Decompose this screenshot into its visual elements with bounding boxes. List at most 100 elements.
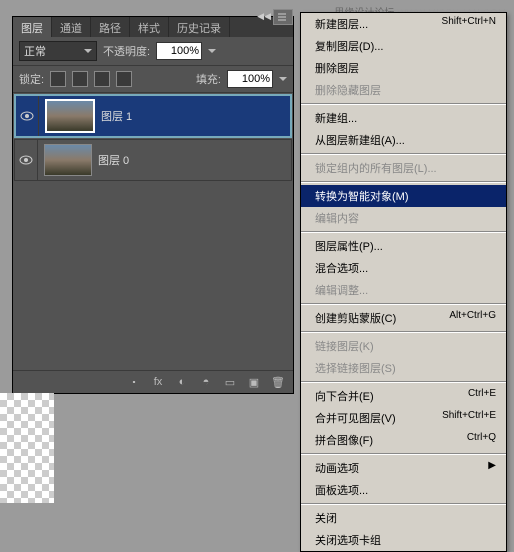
menu-separator (301, 453, 506, 455)
tab-history[interactable]: 历史记录 (169, 17, 230, 37)
menu-item: 删除隐藏图层 (301, 79, 506, 101)
lock-pixels-icon[interactable] (72, 71, 88, 87)
new-layer-icon[interactable]: ▣ (247, 375, 261, 389)
menu-item-label: 从图层新建组(A)... (315, 132, 405, 148)
menu-item[interactable]: 删除图层 (301, 57, 506, 79)
menu-item-label: 复制图层(D)... (315, 38, 383, 54)
chevron-down-icon[interactable] (208, 49, 216, 53)
trash-icon[interactable]: 🗑 (271, 375, 285, 389)
layer-name[interactable]: 图层 1 (101, 108, 132, 124)
menu-item-label: 删除隐藏图层 (315, 82, 381, 98)
menu-item-label: 创建剪贴蒙版(C) (315, 310, 396, 326)
menu-item[interactable]: 动画选项 ▶ (301, 457, 506, 479)
menu-item: 编辑调整... (301, 279, 506, 301)
menu-separator (301, 153, 506, 155)
menu-separator (301, 103, 506, 105)
visibility-toggle[interactable] (15, 140, 38, 180)
layer-name[interactable]: 图层 0 (98, 152, 129, 168)
menu-item[interactable]: 关闭选项卡组 (301, 529, 506, 551)
blend-row: 正常 不透明度: 100% (13, 37, 293, 66)
menu-item[interactable]: 创建剪贴蒙版(C) Alt+Ctrl+G (301, 307, 506, 329)
layer-thumbnail[interactable] (45, 99, 95, 133)
panel-menu-button[interactable] (273, 9, 293, 25)
menu-item-label: 向下合并(E) (315, 388, 374, 404)
tab-layers[interactable]: 图层 (13, 17, 52, 37)
opacity-input[interactable]: 100% (156, 42, 202, 60)
menu-item-label: 混合选项... (315, 260, 368, 276)
menu-item-label: 新建组... (315, 110, 357, 126)
menu-item-label: 删除图层 (315, 60, 359, 76)
panel-tabs: ◀◀ 图层 通道 路径 样式 历史记录 (13, 17, 293, 37)
menu-item[interactable]: 图层属性(P)... (301, 235, 506, 257)
menu-item[interactable]: 复制图层(D)... (301, 35, 506, 57)
layer-row[interactable]: 图层 0 (14, 139, 292, 181)
fx-icon[interactable]: fx (151, 375, 165, 389)
menu-item-label: 拼合图像(F) (315, 432, 373, 448)
folder-icon[interactable]: ▭ (223, 375, 237, 389)
menu-item-label: 转换为智能对象(M) (315, 188, 409, 204)
menu-item[interactable]: 面板选项... (301, 479, 506, 501)
chevron-down-icon[interactable] (279, 77, 287, 81)
adjustment-icon[interactable]: ◓ (199, 375, 213, 389)
menu-item[interactable]: 转换为智能对象(M) (301, 185, 506, 207)
menu-item-shortcut: Shift+Ctrl+N (442, 16, 496, 32)
menu-item[interactable]: 向下合并(E) Ctrl+E (301, 385, 506, 407)
menu-item-label: 锁定组内的所有图层(L)... (315, 160, 437, 176)
tab-paths[interactable]: 路径 (91, 17, 130, 37)
tab-styles[interactable]: 样式 (130, 17, 169, 37)
menu-item-shortcut: Ctrl+Q (467, 432, 496, 448)
tab-channels[interactable]: 通道 (52, 17, 91, 37)
lock-position-icon[interactable] (94, 71, 110, 87)
menu-item-label: 动画选项 (315, 460, 359, 476)
context-menu: 新建图层...Shift+Ctrl+N复制图层(D)...删除图层删除隐藏图层新… (300, 12, 507, 552)
layers-panel: ◀◀ 图层 通道 路径 样式 历史记录 正常 不透明度: 100% 锁定: 填充… (12, 16, 294, 394)
panel-footer: ⬝ fx ◐ ◓ ▭ ▣ 🗑 (13, 370, 293, 393)
menu-item[interactable]: 从图层新建组(A)... (301, 129, 506, 151)
lock-transparency-icon[interactable] (50, 71, 66, 87)
menu-item[interactable]: 拼合图像(F) Ctrl+Q (301, 429, 506, 451)
layers-list: 图层 1 图层 0 (13, 93, 293, 370)
menu-item-label: 面板选项... (315, 482, 368, 498)
menu-item[interactable]: 混合选项... (301, 257, 506, 279)
menu-item-label: 链接图层(K) (315, 338, 374, 354)
menu-separator (301, 303, 506, 305)
menu-item-label: 合并可见图层(V) (315, 410, 396, 426)
menu-item[interactable]: 新建图层... Shift+Ctrl+N (301, 13, 506, 35)
layer-row[interactable]: 图层 1 (14, 94, 292, 138)
menu-item: 链接图层(K) (301, 335, 506, 357)
chevron-down-icon (84, 49, 92, 53)
menu-item[interactable]: 新建组... (301, 107, 506, 129)
lock-label: 锁定: (19, 71, 44, 87)
lock-row: 锁定: 填充: 100% (13, 66, 293, 93)
menu-item-shortcut: Alt+Ctrl+G (449, 310, 496, 326)
menu-separator (301, 381, 506, 383)
fill-label: 填充: (196, 71, 221, 87)
menu-item[interactable]: 关闭 (301, 507, 506, 529)
menu-separator (301, 231, 506, 233)
menu-item-label: 选择链接图层(S) (315, 360, 396, 376)
menu-separator (301, 503, 506, 505)
layer-thumbnail[interactable] (44, 144, 92, 176)
menu-separator (301, 331, 506, 333)
menu-item-label: 新建图层... (315, 16, 368, 32)
menu-item: 选择链接图层(S) (301, 357, 506, 379)
opacity-label: 不透明度: (103, 43, 150, 59)
menu-item-label: 编辑内容 (315, 210, 359, 226)
menu-item-label: 关闭选项卡组 (315, 532, 381, 548)
blend-mode-select[interactable]: 正常 (19, 41, 97, 61)
menu-item[interactable]: 合并可见图层(V) Shift+Ctrl+E (301, 407, 506, 429)
link-icon[interactable]: ⬝ (127, 375, 141, 389)
fill-input[interactable]: 100% (227, 70, 273, 88)
mask-icon[interactable]: ◐ (175, 375, 189, 389)
visibility-toggle[interactable] (16, 96, 39, 136)
close-icon[interactable]: ◀◀ (257, 11, 271, 22)
menu-item: 锁定组内的所有图层(L)... (301, 157, 506, 179)
menu-item-shortcut: Shift+Ctrl+E (442, 410, 496, 426)
menu-separator (301, 181, 506, 183)
menu-item-shortcut: ▶ (488, 460, 496, 476)
lock-all-icon[interactable] (116, 71, 132, 87)
menu-item: 编辑内容 (301, 207, 506, 229)
menu-item-shortcut: Ctrl+E (468, 388, 496, 404)
menu-item-label: 关闭 (315, 510, 337, 526)
canvas-transparency (0, 393, 54, 503)
